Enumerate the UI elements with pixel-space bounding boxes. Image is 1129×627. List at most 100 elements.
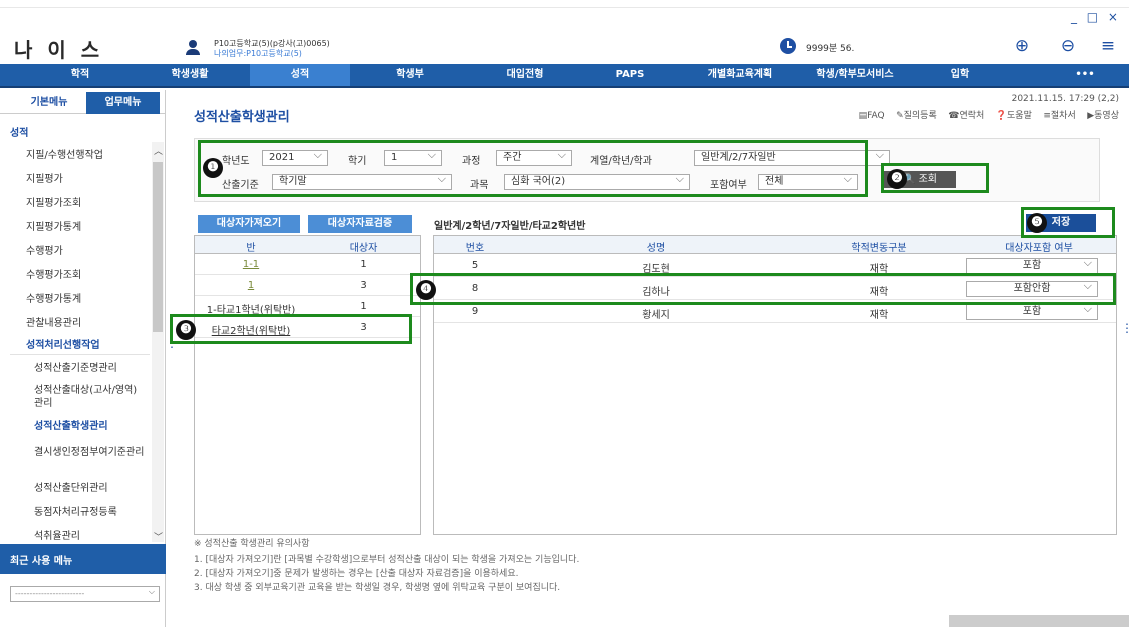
- sidebar-subitem[interactable]: 성적산출기준명관리: [34, 362, 146, 375]
- menu-item-grades[interactable]: 성적: [250, 64, 350, 86]
- col-header-number: 번호: [465, 243, 485, 254]
- class-cell[interactable]: 1-타교1학년(위탁반): [195, 301, 307, 316]
- sidebar-subitem[interactable]: 동점자처리규정등록: [34, 506, 146, 519]
- include-dropdown[interactable]: 포함: [966, 302, 1098, 320]
- clock-icon: [780, 38, 796, 54]
- scroll-down-icon[interactable]: ﹀: [154, 530, 163, 543]
- help-link[interactable]: ❓도움말: [996, 111, 1032, 121]
- scroll-up-icon[interactable]: ︿: [154, 144, 163, 157]
- sidebar-subitem[interactable]: 결시생인정점부여기준관리: [34, 446, 146, 459]
- step-marker-1: ❶: [203, 158, 223, 178]
- table-row[interactable]: 1-1 1: [195, 255, 420, 275]
- sidebar-subitem[interactable]: 석취율관리: [34, 530, 146, 540]
- sidebar-divider: [10, 354, 150, 355]
- sidebar-item[interactable]: 수행평가통계: [26, 290, 81, 305]
- table-row-selected[interactable]: 타교2학년(위탁반) 3: [195, 318, 420, 338]
- menu-item-student-record[interactable]: 학생부: [370, 64, 450, 86]
- term-select[interactable]: 1: [384, 150, 442, 166]
- user-duty[interactable]: 나의업무:P10고등학교(5): [214, 48, 302, 59]
- sidebar-subitem[interactable]: 성적산출단위관리: [34, 482, 146, 495]
- window-controls[interactable]: _ □ ×: [1071, 10, 1121, 24]
- menu-item-paps[interactable]: PAPS: [600, 64, 660, 86]
- sidebar-item-group[interactable]: 성적처리선행작업: [26, 336, 100, 351]
- tab-basic-menu[interactable]: 기본메뉴: [24, 92, 74, 114]
- sidebar-item[interactable]: 지필평가조회: [26, 194, 81, 209]
- verify-targets-button[interactable]: 대상자자료검증: [308, 215, 412, 233]
- col-header-class: 반: [246, 243, 256, 254]
- search-button-label: 조회: [918, 174, 938, 185]
- dept-select[interactable]: 일반계/2/7자일반: [694, 150, 890, 166]
- question-link[interactable]: ✎질의등록: [896, 111, 937, 121]
- recent-menu-label: 최근 사용 메뉴: [10, 556, 73, 567]
- class-table-header: 반 대상자: [195, 236, 420, 254]
- page-title: 성적산출학생관리: [194, 110, 290, 125]
- sidebar-item[interactable]: 수행평가: [26, 242, 63, 257]
- timer-text: 9999분 56.: [806, 44, 855, 54]
- sidebar-subitem-active[interactable]: 성적산출학생관리: [34, 420, 146, 433]
- dept-label: 계열/학년/학과: [590, 156, 652, 167]
- recent-menu-select[interactable]: ------------------------: [10, 585, 160, 602]
- sidebar-category[interactable]: 성적: [10, 124, 28, 139]
- number-cell: 9: [471, 306, 479, 317]
- scroll-thumb[interactable]: [153, 162, 163, 332]
- sidebar: 기본메뉴 업무메뉴 성적 지필/수행선행작업 지필평가 지필평가조회 지필평가통…: [0, 90, 166, 627]
- subject-select[interactable]: 심화 국어(2): [504, 174, 690, 190]
- col-header-count: 대상자: [349, 243, 378, 254]
- col-header-status: 학적변동구분: [851, 243, 907, 254]
- main-content: 성적산출학생관리 2021.11.15. 17:29 (2,2) ▤FAQ ✎질…: [166, 90, 1129, 627]
- subject-label: 과목: [470, 180, 489, 191]
- help-links: ▤FAQ ✎질의등록 ☎연락처 ❓도움말 ≡절차서 ▶동영상: [851, 108, 1119, 121]
- menu-item-admission[interactable]: 입학: [930, 64, 990, 86]
- main-menu-bar: 학적 학생생활 성적 학생부 대입전형 PAPS 개별화교육계획 학생/학부모서…: [0, 64, 1129, 88]
- col-header-name: 성명: [646, 243, 666, 254]
- faq-link[interactable]: ▤FAQ: [859, 111, 885, 121]
- table-row[interactable]: 5 김도현 재학 포함: [434, 255, 1116, 277]
- sidebar-item[interactable]: 지필평가통계: [26, 218, 81, 233]
- zoom-in-icon[interactable]: ⊕: [1012, 36, 1032, 56]
- student-table-title: 일반계/2학년/7자일반/타교2학년반: [434, 221, 586, 232]
- class-table: 반 대상자 1-1 1 1 3 1-타교1학년(위탁반) 1 타교2학년(위탁반…: [194, 235, 421, 535]
- tab-work-menu[interactable]: 업무메뉴: [86, 92, 160, 114]
- menu-item-admission-selection[interactable]: 대입전형: [480, 64, 570, 86]
- sidebar-item[interactable]: 수행평가조회: [26, 266, 81, 281]
- class-cell[interactable]: 1-1: [195, 259, 307, 270]
- menu-item-records[interactable]: 학적: [40, 64, 120, 86]
- sidebar-item[interactable]: 지필/수행선행작업: [26, 146, 103, 161]
- sidebar-scrollbar[interactable]: ︿ ﹀: [152, 142, 164, 543]
- fetch-targets-button[interactable]: 대상자가져오기: [198, 215, 300, 233]
- table-row[interactable]: 9 황세지 재학 포함: [434, 301, 1116, 323]
- note-line: 2. [대상자 가져오기]중 문제가 발생하는 경우는 [산출 대상자 자료검증…: [194, 569, 519, 579]
- year-select[interactable]: 2021: [262, 150, 328, 166]
- class-cell[interactable]: 타교2학년(위탁반): [195, 322, 307, 337]
- menu-item-student-life[interactable]: 학생생활: [150, 64, 230, 86]
- procedure-link[interactable]: ≡절차서: [1043, 111, 1075, 121]
- sidebar-item[interactable]: 관찰내용관리: [26, 314, 81, 329]
- sidebar-subitem[interactable]: 성적산출대상(고사/영역)관리: [34, 384, 146, 410]
- class-cell[interactable]: 1: [195, 280, 307, 291]
- sidebar-item[interactable]: 지필평가: [26, 170, 63, 185]
- menu-more-button[interactable]: •••: [1060, 64, 1110, 86]
- table-row[interactable]: 1 3: [195, 276, 420, 296]
- student-table-header: 번호 성명 학적변동구분 대상자포함 여부: [434, 236, 1116, 254]
- app-header: 나 이 스 P10고등학교(5)(p강사(고)0065) 나의업무:P10고등학…: [0, 28, 1129, 64]
- name-cell: 김도현: [642, 264, 670, 275]
- include-select[interactable]: 전체: [758, 174, 858, 190]
- count-cell: 1: [360, 259, 367, 270]
- contact-link[interactable]: ☎연락처: [948, 111, 984, 121]
- step-marker-5: ❺: [1027, 213, 1047, 233]
- menu-item-iep[interactable]: 개별화교육계획: [690, 64, 790, 86]
- table-row[interactable]: 8 김하나 재학 포함안함: [434, 278, 1116, 300]
- basis-select[interactable]: 학기말: [272, 174, 452, 190]
- table-row[interactable]: 1-타교1학년(위탁반) 1: [195, 297, 420, 317]
- status-cell: 재학: [869, 264, 889, 275]
- zoom-out-icon[interactable]: ⊖: [1058, 36, 1078, 56]
- include-dropdown[interactable]: 포함안함: [966, 279, 1098, 297]
- count-cell: 3: [360, 280, 367, 291]
- video-link[interactable]: ▶동영상: [1087, 111, 1119, 121]
- hamburger-menu-icon[interactable]: ≡: [1098, 36, 1118, 56]
- menu-item-parent-services[interactable]: 학생/학부모서비스: [800, 64, 910, 86]
- include-dropdown[interactable]: 포함: [966, 256, 1098, 274]
- notes-section: ※ 성적산출 학생관리 유의사항 1. [대상자 가져오기]란 [과목별 수강학…: [194, 536, 794, 595]
- course-select[interactable]: 주간: [496, 150, 572, 166]
- step-marker-3: ❸: [176, 320, 196, 340]
